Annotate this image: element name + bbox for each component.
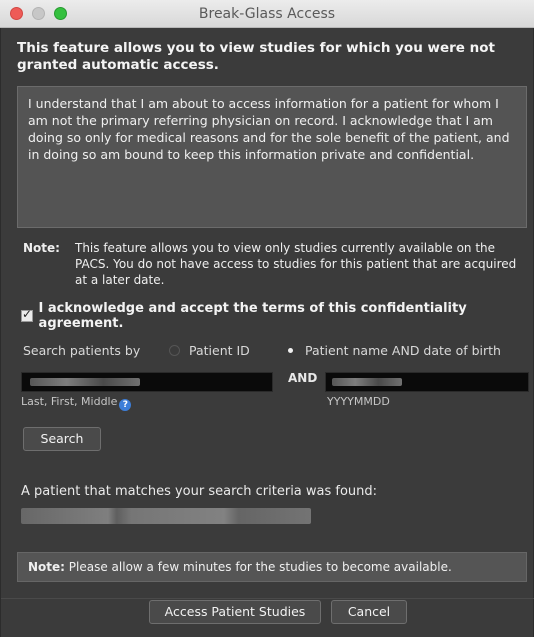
bottom-note-bar: Note: Please allow a few minutes for the…: [17, 552, 527, 582]
search-by-row: Search patients by Patient ID Patient na…: [23, 343, 501, 358]
acknowledge-label: I acknowledge and accept the terms of th…: [38, 301, 467, 331]
bottom-note-text: Please allow a few minutes for the studi…: [68, 560, 452, 574]
header-description: This feature allows you to view studies …: [17, 40, 495, 73]
radio-patient-id-label[interactable]: Patient ID: [189, 343, 285, 358]
name-format-hint: Last, First, Middle?: [21, 395, 132, 411]
date-of-birth-input[interactable]: [325, 372, 529, 392]
acknowledge-checkbox[interactable]: [21, 307, 33, 322]
bottom-note-label: Note:: [28, 560, 65, 574]
break-glass-dialog: This feature allows you to view studies …: [0, 28, 534, 637]
redacted-name-value: [30, 378, 140, 386]
access-patient-studies-button[interactable]: Access Patient Studies: [149, 600, 321, 624]
redacted-patient-result[interactable]: [21, 508, 311, 524]
note-text: This feature allows you to view only stu…: [75, 241, 517, 287]
radio-name-dob-label[interactable]: Patient name AND date of birth: [305, 343, 501, 358]
title-bar: Break-Glass Access: [0, 0, 534, 28]
radio-name-dob[interactable]: [285, 345, 296, 356]
acknowledge-checkbox-row[interactable]: I acknowledge and accept the terms of th…: [21, 301, 533, 331]
search-button[interactable]: Search: [23, 427, 101, 451]
help-icon[interactable]: ?: [119, 399, 132, 411]
availability-note: Note: This feature allows you to view on…: [23, 240, 527, 288]
patient-name-input[interactable]: [21, 372, 273, 392]
and-label: AND: [288, 371, 318, 385]
cancel-button[interactable]: Cancel: [331, 600, 407, 624]
search-by-label: Search patients by: [23, 343, 141, 358]
redacted-dob-value: [332, 378, 402, 386]
match-found-text: A patient that matches your search crite…: [21, 484, 378, 499]
radio-patient-id[interactable]: [169, 345, 180, 356]
agreement-text-box: I understand that I am about to access i…: [17, 86, 527, 228]
dob-format-hint: YYYYMMDD: [327, 395, 390, 408]
window-title: Break-Glass Access: [198, 6, 336, 22]
footer-divider: [1, 598, 534, 599]
name-format-text: Last, First, Middle: [21, 395, 118, 408]
note-label: Note:: [23, 241, 60, 255]
